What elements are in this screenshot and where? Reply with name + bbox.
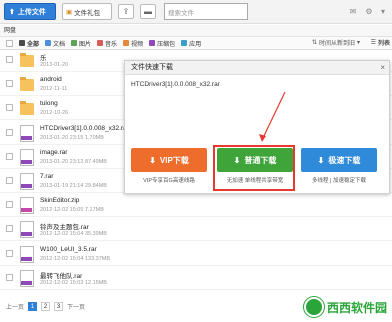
- filter-apps[interactable]: 应用: [181, 39, 201, 48]
- breadcrumb[interactable]: 网盘: [0, 25, 392, 37]
- upload-button[interactable]: ⬆ 上传文件: [4, 3, 56, 20]
- folder-icon: [20, 77, 34, 91]
- sort-icon: ⇅: [311, 40, 317, 46]
- list-item[interactable]: SkinEditor.zip 2012-12-02 15:05 7.17MB: [0, 195, 392, 217]
- row-checkbox[interactable]: [6, 225, 13, 232]
- zip-file-icon: [20, 197, 34, 214]
- chevron-down-icon: ▾: [356, 40, 360, 46]
- rar-file-icon: [20, 149, 34, 166]
- filter-all[interactable]: 全部: [19, 39, 39, 48]
- vip-download-button[interactable]: ⬇ VIP下载: [131, 148, 207, 172]
- prev-page-button[interactable]: 上一页: [6, 302, 24, 311]
- rar-file-icon: [20, 173, 34, 190]
- filter-video[interactable]: 视频: [123, 39, 143, 48]
- row-checkbox[interactable]: [6, 201, 13, 208]
- page-1[interactable]: 1: [28, 302, 38, 311]
- list-icon: ☰: [370, 40, 376, 46]
- list-item[interactable]: 最转飞他队.rar 2012-12-02 15:03 12.15MB: [0, 268, 392, 290]
- download-icon: ⬇: [317, 155, 325, 165]
- row-checkbox[interactable]: [6, 177, 13, 184]
- share-icon[interactable]: ⇪: [118, 4, 134, 19]
- row-checkbox[interactable]: [6, 153, 13, 160]
- row-checkbox[interactable]: [6, 80, 13, 87]
- file-package-button[interactable]: ▣ 文件礼包: [62, 3, 112, 20]
- download-icon: ⬇: [149, 155, 156, 165]
- filter-images[interactable]: 图片: [71, 39, 91, 48]
- row-checkbox[interactable]: [6, 250, 13, 257]
- vip-note: VIP专享百G高速线路: [143, 178, 195, 184]
- filter-docs[interactable]: 文档: [45, 39, 65, 48]
- settings-icon[interactable]: ⚙: [364, 6, 374, 16]
- fast-note: 多线程 | 加速稳定下载: [312, 178, 366, 184]
- page-2[interactable]: 2: [41, 302, 51, 311]
- download-dialog: 文件快速下载 × HTCDriver3[1].0.0.008_x32.rar ⬇…: [124, 60, 390, 194]
- list-item[interactable]: W100_LeUI_3.5.rar 2012-12-02 15:04 133.3…: [0, 244, 392, 266]
- fast-download-button[interactable]: ⬇ 极速下载: [301, 148, 377, 172]
- select-all-checkbox[interactable]: [6, 39, 13, 47]
- filter-archives[interactable]: 压缩包: [149, 39, 175, 48]
- upload-icon: ⬆: [9, 8, 15, 16]
- rar-file-icon: [20, 246, 34, 263]
- dialog-title: 文件快速下载: [131, 64, 173, 71]
- rar-file-icon: [20, 125, 34, 142]
- folder-icon: [20, 101, 34, 115]
- watermark-logo: 西西软件园: [304, 296, 388, 318]
- next-page-button[interactable]: 下一页: [67, 302, 85, 311]
- sort-dropdown[interactable]: ⇅ 时间从新到旧 ▾: [312, 38, 360, 47]
- list-item[interactable]: 铃声及主题包.rar 2012-12-02 15:04 35.39MB: [0, 219, 392, 241]
- row-checkbox[interactable]: [6, 274, 13, 281]
- rar-file-icon: [20, 270, 34, 287]
- row-checkbox[interactable]: [6, 104, 13, 111]
- logo-icon: [304, 297, 324, 317]
- dialog-header: 文件快速下载 ×: [125, 61, 389, 75]
- page-3[interactable]: 3: [54, 302, 64, 311]
- close-icon[interactable]: ×: [380, 61, 385, 75]
- folder-icon: [20, 53, 34, 67]
- row-checkbox[interactable]: [6, 56, 13, 63]
- filter-music[interactable]: 音乐: [97, 39, 117, 48]
- package-icon: ▣: [66, 8, 73, 16]
- folder-tool-icon[interactable]: ▬: [140, 4, 156, 19]
- highlight-box: [213, 145, 295, 191]
- rar-file-icon: [20, 221, 34, 238]
- pagination: 上一页 1 2 3 下一页: [6, 302, 85, 311]
- dialog-filename: HTCDriver3[1].0.0.008_x32.rar: [131, 81, 220, 88]
- top-toolbar: ⬆ 上传文件 ▣ 文件礼包 ⇪ ▬ 搜索文件 ✉ ⚙ ▾: [0, 0, 392, 24]
- filter-bar: 全部 文档 图片 音乐 视频 压缩包 应用 ⇅ 时间从新到旧 ▾ ☰ 列表: [0, 37, 392, 50]
- user-icon[interactable]: ▾: [378, 6, 388, 16]
- mail-icon[interactable]: ✉: [348, 6, 358, 16]
- row-checkbox[interactable]: [6, 129, 13, 136]
- search-input[interactable]: 搜索文件: [164, 3, 248, 20]
- view-toggle[interactable]: ☰ 列表: [371, 38, 390, 47]
